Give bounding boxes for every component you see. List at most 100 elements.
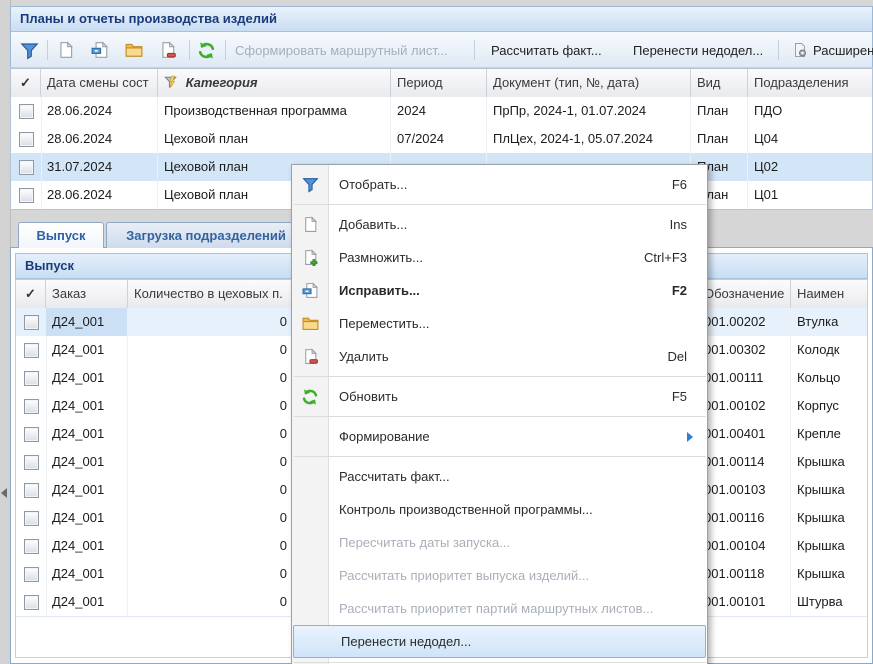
filter-icon [20,41,39,60]
menu-item-prioritet-vypuska[interactable]: Рассчитать приоритет выпуска изделий... [292,559,707,592]
menu-item-otobrat[interactable]: Отобрать... F6 [292,168,707,201]
header-period[interactable]: Период [391,69,487,97]
header-designation[interactable]: Обозначение [698,280,791,308]
transfer-backlog-button[interactable]: Перенести недодел... [633,39,763,61]
row-checkbox[interactable] [24,567,39,582]
menu-item-obnovit[interactable]: Обновить F5 [292,380,707,413]
cell-period: 07/2024 [391,125,487,153]
add-document-icon [301,216,319,234]
row-checkbox[interactable] [24,511,39,526]
cell-quantity: 0 [128,420,296,448]
header-kind[interactable]: Вид [691,69,748,97]
cell-order: Д24_001 [46,560,128,588]
row-checkbox[interactable] [19,132,34,147]
tab-vypusk[interactable]: Выпуск [18,222,104,248]
menu-item-pereschitat-daty[interactable]: Пересчитать даты запуска... [292,526,707,559]
cell-designation: 001.00104 [698,532,791,560]
header-name[interactable]: Наимен [791,280,868,308]
menu-item-peremestit[interactable]: Переместить... [292,307,707,340]
cell-quantity: 0 [128,532,296,560]
edit-button[interactable] [91,39,109,61]
menu-item-formirovanie[interactable]: Формирование [292,420,707,453]
cell-name: Кольцо [791,364,868,392]
menu-separator [294,453,706,460]
cell-quantity: 0 [128,504,296,532]
refresh-button[interactable] [197,39,216,61]
menu-item-label: Рассчитать факт... [339,469,450,484]
toolbar-separator [47,40,48,60]
add-document-icon [57,41,75,59]
row-checkbox[interactable] [24,539,39,554]
filter-button[interactable] [20,39,39,61]
header-departments[interactable]: Подразделения [748,69,873,97]
plans-row[interactable]: 28.06.2024 Цеховой план 07/2024 ПлЦех, 2… [11,125,873,154]
row-checkbox[interactable] [19,188,34,203]
cell-quantity: 0 [128,336,296,364]
toolbar-separator [225,40,226,60]
cell-order: Д24_001 [46,392,128,420]
menu-item-kontrol-programmy[interactable]: Контроль производственной программы... [292,493,707,526]
menu-item-razmnozhit[interactable]: Размножить... Ctrl+F3 [292,241,707,274]
row-checkbox[interactable] [19,160,34,175]
application-window: Планы и отчеты производства изделий [0,0,873,664]
header-date[interactable]: Дата смены сост [41,69,158,97]
delete-button[interactable] [159,39,177,61]
menu-item-prioritet-partij[interactable]: Рассчитать приоритет партий маршрутных л… [292,592,707,625]
row-checkbox[interactable] [24,455,39,470]
menu-item-rasschitat-fakt[interactable]: Рассчитать факт... [292,460,707,493]
menu-separator [294,659,706,664]
cell-quantity: 0 [128,476,296,504]
collapse-left-icon[interactable] [1,488,7,498]
row-checkbox[interactable] [24,399,39,414]
plans-table-header: ✓ Дата смены сост Категория Период Докум… [11,69,872,98]
cell-name: Крышка [791,532,868,560]
row-checkbox[interactable] [24,427,39,442]
header-order[interactable]: Заказ [46,280,128,308]
cell-name: Крышка [791,448,868,476]
row-checkbox[interactable] [24,371,39,386]
header-category[interactable]: Категория [158,69,391,97]
extended-button[interactable]: Расширен [792,39,873,61]
menu-item-shortcut: F2 [672,283,687,298]
cell-name: Втулка [791,308,868,336]
menu-item-label: Исправить... [339,283,420,298]
menu-item-label: Пересчитать даты запуска... [339,535,510,550]
header-check[interactable]: ✓ [16,280,46,308]
header-quantity[interactable]: Количество в цеховых п. [128,280,296,308]
row-checkbox[interactable] [24,315,39,330]
cell-quantity: 0 [128,364,296,392]
menu-item-label: Переместить... [339,316,429,331]
menu-item-label: Отобрать... [339,177,407,192]
menu-item-udalit[interactable]: Удалить Del [292,340,707,373]
cell-document: ПлЦех, 2024-1, 05.07.2024 [487,125,691,153]
cell-designation: 001.00102 [698,392,791,420]
cell-quantity: 0 [128,392,296,420]
menu-item-label: Перенести недодел... [341,634,471,649]
row-checkbox[interactable] [24,343,39,358]
cell-departments: ПДО [748,97,873,125]
menu-item-perenesti-nedodel[interactable]: Перенести недодел... [293,625,706,658]
plans-row[interactable]: 28.06.2024 Производственная программа 20… [11,97,873,126]
cell-date: 28.06.2024 [41,97,158,125]
move-button[interactable] [125,39,143,61]
header-document[interactable]: Документ (тип, №, дата) [487,69,691,97]
cell-date: 28.06.2024 [41,181,158,209]
generate-route-sheet-button[interactable]: Сформировать маршрутный лист... [235,39,448,61]
refresh-icon [301,388,319,406]
cell-kind: План [691,125,748,153]
menu-item-dobavit[interactable]: Добавить... Ins [292,208,707,241]
menu-item-label: Обновить [339,389,398,404]
header-category-label: Категория [186,75,258,90]
row-checkbox[interactable] [24,595,39,610]
cell-name: Корпус [791,392,868,420]
menu-item-ispravit[interactable]: Исправить... F2 [292,274,707,307]
header-check[interactable]: ✓ [11,69,41,97]
add-button[interactable] [57,39,75,61]
row-checkbox[interactable] [24,483,39,498]
cell-order: Д24_001 [46,588,128,616]
toolbar-separator [778,40,779,60]
menu-item-shortcut: Ins [670,217,687,232]
tab-zagruzka-podrazdelenij[interactable]: Загрузка подразделений [106,222,306,248]
calc-fact-button[interactable]: Рассчитать факт... [491,39,602,61]
row-checkbox[interactable] [19,104,34,119]
